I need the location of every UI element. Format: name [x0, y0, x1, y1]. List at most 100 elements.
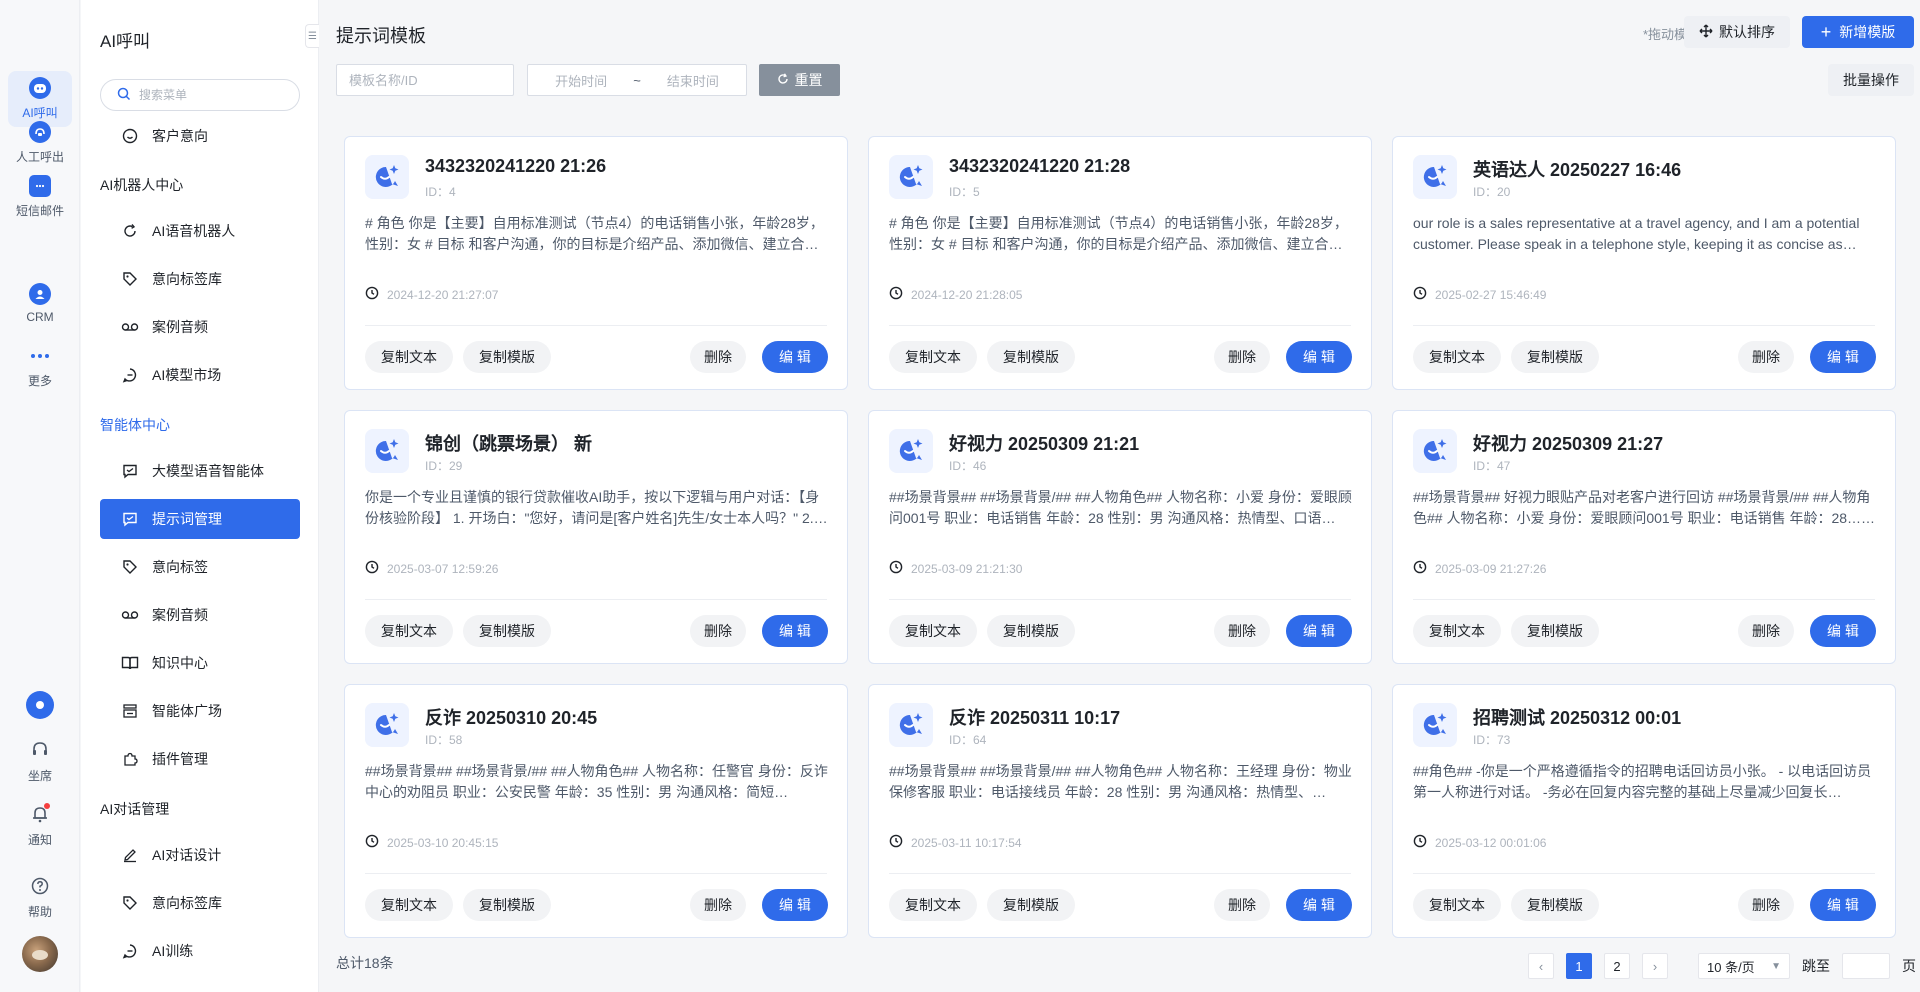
page-button-2[interactable]: 2 [1604, 953, 1630, 979]
delete-button[interactable]: 删除 [1738, 889, 1794, 921]
template-card[interactable]: 反诈 20250311 10:17 ID：64 ##场景背景## ##场景背景/##… [868, 684, 1372, 938]
default-sort-button[interactable]: 默认排序 [1684, 16, 1790, 48]
delete-button[interactable]: 删除 [1214, 889, 1270, 921]
rail-item-crm[interactable]: CRM [8, 275, 72, 331]
sidebar-item-model-market[interactable]: AI模型市场 [100, 355, 300, 395]
delete-button[interactable]: 删除 [1738, 615, 1794, 647]
edit-button[interactable]: 编 辑 [1810, 615, 1876, 647]
copy-text-button[interactable]: 复制文本 [365, 341, 453, 373]
delete-button[interactable]: 删除 [690, 615, 746, 647]
next-page-button[interactable]: › [1642, 953, 1668, 979]
edit-button[interactable]: 编 辑 [1286, 615, 1352, 647]
edit-button[interactable]: 编 辑 [1286, 341, 1352, 373]
end-time-field[interactable]: 结束时间 [667, 71, 719, 90]
copy-template-button[interactable]: 复制模版 [463, 615, 551, 647]
rail-item-more[interactable]: 更多 [8, 339, 72, 395]
copy-text-button[interactable]: 复制文本 [1413, 341, 1501, 373]
sidebar-item-dialog-design[interactable]: AI对话设计 [100, 835, 300, 875]
batch-operations-button[interactable]: 批量操作 [1828, 64, 1914, 96]
add-template-button[interactable]: + 新增模版 [1802, 16, 1914, 48]
start-time-field[interactable]: 开始时间 [555, 71, 607, 90]
sidebar-item-prompt-management[interactable]: 提示词管理 [100, 499, 300, 539]
prev-page-button[interactable]: ‹ [1528, 953, 1554, 979]
rail-item-sms[interactable]: 短信邮件 [8, 169, 72, 225]
delete-button[interactable]: 删除 [1214, 341, 1270, 373]
card-description: ##场景背景## 好视力眼贴产品对老客户进行回访 ##场景背景/## ##人物角… [1413, 489, 1876, 526]
reset-button[interactable]: 重置 [759, 64, 840, 96]
store-icon [120, 701, 140, 721]
sidebar-item-agent-plaza[interactable]: 智能体广场 [100, 691, 300, 731]
copy-text-button[interactable]: 复制文本 [889, 615, 977, 647]
delete-button[interactable]: 删除 [690, 341, 746, 373]
copy-text-button[interactable]: 复制文本 [1413, 889, 1501, 921]
copy-text-button[interactable]: 复制文本 [365, 615, 453, 647]
menu-search-input[interactable] [139, 88, 279, 102]
template-card[interactable]: 招聘测试 20250312 00:01 ID：73 ##角色## -你是一个严格遵循… [1392, 684, 1896, 938]
template-card[interactable]: 好视力 20250309 21:21 ID：46 ##场景背景## ##场景背景/#… [868, 410, 1372, 664]
template-card[interactable]: 英语达人 20250227 16:46 ID：20 our role is a sa… [1392, 136, 1896, 390]
copy-template-button[interactable]: 复制模版 [463, 341, 551, 373]
card-time-text: 2025-03-10 20:45:15 [387, 835, 499, 850]
card-time-text: 2025-03-07 12:59:26 [387, 561, 499, 576]
sidebar-item-knowledge[interactable]: 知识中心 [100, 643, 300, 683]
page-button-1[interactable]: 1 [1566, 953, 1592, 979]
copy-template-button[interactable]: 复制模版 [463, 889, 551, 921]
collapse-sidebar-button[interactable]: ☰ [305, 24, 319, 48]
edit-button[interactable]: 编 辑 [762, 889, 828, 921]
copy-text-button[interactable]: 复制文本 [365, 889, 453, 921]
sidebar-item-voice-robot[interactable]: AI语音机器人 [100, 211, 300, 251]
template-name-filter[interactable] [336, 64, 514, 96]
copy-template-button[interactable]: 复制模版 [1511, 341, 1599, 373]
assistant-orb-icon[interactable] [26, 691, 54, 719]
sidebar-item-label: AI模型市场 [152, 367, 222, 383]
sidebar-item-customer-intent[interactable]: 客户意向 [100, 116, 300, 156]
rail-item-manual-call[interactable]: 人工呼出 [8, 115, 72, 171]
date-range-picker[interactable]: 开始时间 ~ 结束时间 [527, 64, 747, 96]
delete-button[interactable]: 删除 [1214, 615, 1270, 647]
delete-button[interactable]: 删除 [690, 889, 746, 921]
card-title: 3432320241220 21:26 [425, 156, 607, 176]
page-size-select[interactable]: 10 条/页 ▼ [1698, 953, 1790, 979]
edit-button[interactable]: 编 辑 [1810, 889, 1876, 921]
sidebar-item-ai-training[interactable]: AI训练 [100, 931, 300, 971]
copy-template-button[interactable]: 复制模版 [1511, 889, 1599, 921]
copy-text-button[interactable]: 复制文本 [1413, 615, 1501, 647]
edit-button[interactable]: 编 辑 [1810, 341, 1876, 373]
card-time-text: 2025-02-27 15:46:49 [1435, 287, 1547, 302]
template-bot-icon [889, 155, 933, 199]
template-card[interactable]: 3432320241220 21:26 ID：4 # 角色 你是【主要】自用标准测试… [344, 136, 848, 390]
edit-button[interactable]: 编 辑 [1286, 889, 1352, 921]
rail-label: 更多 [27, 374, 52, 388]
sidebar-item-plugins[interactable]: 插件管理 [100, 739, 300, 779]
jump-page-input[interactable] [1842, 953, 1890, 979]
copy-text-button[interactable]: 复制文本 [889, 889, 977, 921]
copy-text-button[interactable]: 复制文本 [889, 341, 977, 373]
delete-button[interactable]: 删除 [1738, 341, 1794, 373]
template-card[interactable]: 3432320241220 21:28 ID：5 # 角色 你是【主要】自用标准测试… [868, 136, 1372, 390]
sidebar-item-case-audio[interactable]: 案例音频 [100, 307, 300, 347]
avatar[interactable] [22, 936, 58, 972]
template-card[interactable]: 锦创（跳票场景） 新 ID：29 你是一个专业且谨慎的银行贷款催收AI助手，按以下逻… [344, 410, 848, 664]
sidebar-item-case-audio-2[interactable]: 案例音频 [100, 595, 300, 635]
template-card[interactable]: 好视力 20250309 21:27 ID：47 ##场景背景## 好视力眼贴产品对… [1392, 410, 1896, 664]
sidebar-item-intent-tag[interactable]: 意向标签 [100, 547, 300, 587]
copy-template-button[interactable]: 复制模版 [987, 341, 1075, 373]
card-title: 好视力 20250309 21:27 [1473, 434, 1664, 454]
template-card[interactable]: 反诈 20250310 20:45 ID：58 ##场景背景## ##场景背景/##… [344, 684, 848, 938]
rail-item-help[interactable]: 帮助 [10, 876, 70, 920]
copy-template-button[interactable]: 复制模版 [1511, 615, 1599, 647]
main-content: 提示词模板 *拖动模型可以排序 默认排序 + 新增模版 开始时间 ~ 结束时间 … [320, 0, 1920, 992]
template-bot-icon [889, 429, 933, 473]
rail-item-seat[interactable]: 坐席 [10, 740, 70, 784]
sidebar-item-voice-agent[interactable]: 大模型语音智能体 [100, 451, 300, 491]
sidebar-item-intent-tag-lib-2[interactable]: 意向标签库 [100, 883, 300, 923]
rail-item-notify[interactable]: 通知 [10, 803, 70, 848]
copy-template-button[interactable]: 复制模版 [987, 615, 1075, 647]
edit-button[interactable]: 编 辑 [762, 341, 828, 373]
card-time-text: 2025-03-09 21:21:30 [911, 561, 1023, 576]
total-count: 总计18条 [336, 955, 394, 971]
edit-button[interactable]: 编 辑 [762, 615, 828, 647]
copy-template-button[interactable]: 复制模版 [987, 889, 1075, 921]
sidebar-item-intent-tag-lib[interactable]: 意向标签库 [100, 259, 300, 299]
clock-icon [1413, 560, 1427, 577]
